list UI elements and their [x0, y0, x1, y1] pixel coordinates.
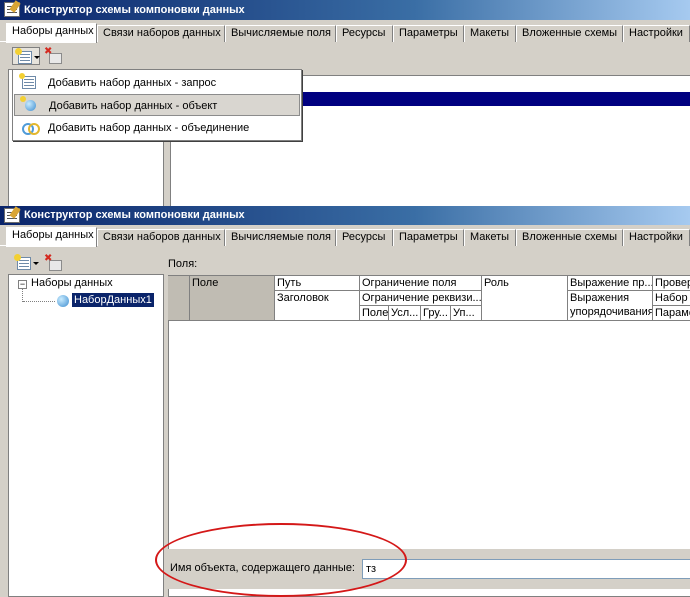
tab-resources[interactable]: Ресурсы	[336, 25, 393, 42]
menu-item-add-object-dataset[interactable]: Добавить набор данных - объект	[14, 94, 300, 116]
tree-collapse-toggle[interactable]: −	[18, 280, 27, 289]
object-dataset-icon	[20, 96, 37, 112]
object-name-row: Имя объекта, содержащего данные: тз	[168, 549, 690, 589]
header-attribute-restriction[interactable]: Ограничение реквизи...	[360, 291, 482, 306]
tab-nested-schemas[interactable]: Вложенные схемы	[516, 229, 623, 246]
top-tab-strip: Наборы данных Связи наборов данных Вычис…	[0, 23, 690, 43]
tab-templates[interactable]: Макеты	[464, 25, 516, 42]
add-dataset-icon	[15, 48, 32, 64]
tab-datasets[interactable]: Наборы данных	[6, 227, 97, 247]
tab-calculated-fields[interactable]: Вычисляемые поля	[225, 229, 336, 246]
menu-item-add-query-dataset[interactable]: Добавить набор данных - запрос	[14, 72, 300, 94]
tree-root-datasets[interactable]: Наборы данных	[31, 277, 113, 289]
menu-item-label: Добавить набор данных - запрос	[48, 77, 217, 89]
object-name-label: Имя объекта, содержащего данные:	[170, 562, 355, 574]
designer-app-icon	[4, 2, 20, 17]
add-dataset-icon	[14, 254, 31, 270]
designer-app-icon	[4, 208, 20, 223]
datasets-tree: − Наборы данных НаборДанных1	[8, 274, 164, 597]
bottom-window-title: Конструктор схемы компоновки данных	[24, 209, 245, 221]
header-path[interactable]: Путь	[275, 276, 360, 291]
add-dataset-button[interactable]	[12, 254, 40, 272]
tab-calculated-fields[interactable]: Вычисляемые поля	[225, 25, 336, 42]
top-designer-window: Конструктор схемы компоновки данных Набо…	[0, 0, 690, 207]
top-window-title: Конструктор схемы компоновки данных	[24, 4, 245, 16]
tab-parameters[interactable]: Параметры	[393, 229, 464, 246]
delete-dataset-icon[interactable]	[44, 46, 62, 64]
grid-corner-cell	[168, 276, 190, 321]
fields-label: Поля:	[168, 258, 198, 270]
union-dataset-icon	[22, 121, 40, 135]
tab-nested-schemas[interactable]: Вложенные схемы	[516, 25, 623, 42]
tab-dataset-links[interactable]: Связи наборов данных	[97, 229, 225, 246]
tab-settings[interactable]: Настройки	[623, 229, 690, 246]
add-dataset-menu: Добавить набор данных - запрос Добавить …	[12, 69, 302, 141]
tab-parameters[interactable]: Параметры	[393, 25, 464, 42]
bottom-designer-window: Конструктор схемы компоновки данных Набо…	[0, 206, 690, 597]
object-dataset-icon	[57, 295, 69, 307]
chevron-down-icon	[34, 56, 40, 59]
header-restrict-group[interactable]: Гру...	[421, 306, 451, 321]
tab-datasets[interactable]: Наборы данных	[6, 23, 97, 43]
add-dataset-button[interactable]	[12, 47, 40, 65]
query-dataset-icon	[19, 73, 36, 89]
header-field[interactable]: Поле	[190, 276, 275, 321]
header-dataset[interactable]: Набор д	[653, 291, 690, 306]
delete-dataset-icon[interactable]	[44, 253, 62, 271]
tab-resources[interactable]: Ресурсы	[336, 229, 393, 246]
object-name-input[interactable]: тз	[362, 559, 690, 579]
bottom-tab-strip: Наборы данных Связи наборов данных Вычис…	[0, 227, 690, 247]
fields-grid-header: Поле Путь Ограничение поля Роль Выражени…	[168, 276, 690, 321]
tab-templates[interactable]: Макеты	[464, 229, 516, 246]
bottom-title-bar: Конструктор схемы компоновки данных	[0, 206, 690, 225]
menu-item-add-union-dataset[interactable]: Добавить набор данных - объединение	[14, 117, 300, 139]
header-parameters[interactable]: Парамет	[653, 306, 690, 321]
header-check[interactable]: Провер	[653, 276, 690, 291]
header-title[interactable]: Заголовок	[275, 291, 360, 321]
header-restrict-field[interactable]: Поле	[360, 306, 389, 321]
header-restrict-order[interactable]: Уп...	[451, 306, 482, 321]
header-role[interactable]: Роль	[482, 276, 568, 321]
chevron-down-icon	[33, 262, 39, 265]
tab-settings[interactable]: Настройки	[623, 25, 690, 42]
tab-dataset-links[interactable]: Связи наборов данных	[97, 25, 225, 42]
menu-item-label: Добавить набор данных - объединение	[48, 122, 250, 134]
tree-node-dataset1[interactable]: НаборДанных1	[72, 293, 154, 307]
header-ordering-expressions[interactable]: Выражения упорядочивания	[568, 291, 653, 321]
tree-connector-line	[23, 301, 55, 302]
header-presentation-expression[interactable]: Выражение пр...	[568, 276, 653, 291]
top-title-bar: Конструктор схемы компоновки данных	[0, 0, 690, 20]
menu-item-label: Добавить набор данных - объект	[49, 100, 218, 112]
header-restrict-condition[interactable]: Усл...	[389, 306, 421, 321]
header-field-restriction[interactable]: Ограничение поля	[360, 276, 482, 291]
